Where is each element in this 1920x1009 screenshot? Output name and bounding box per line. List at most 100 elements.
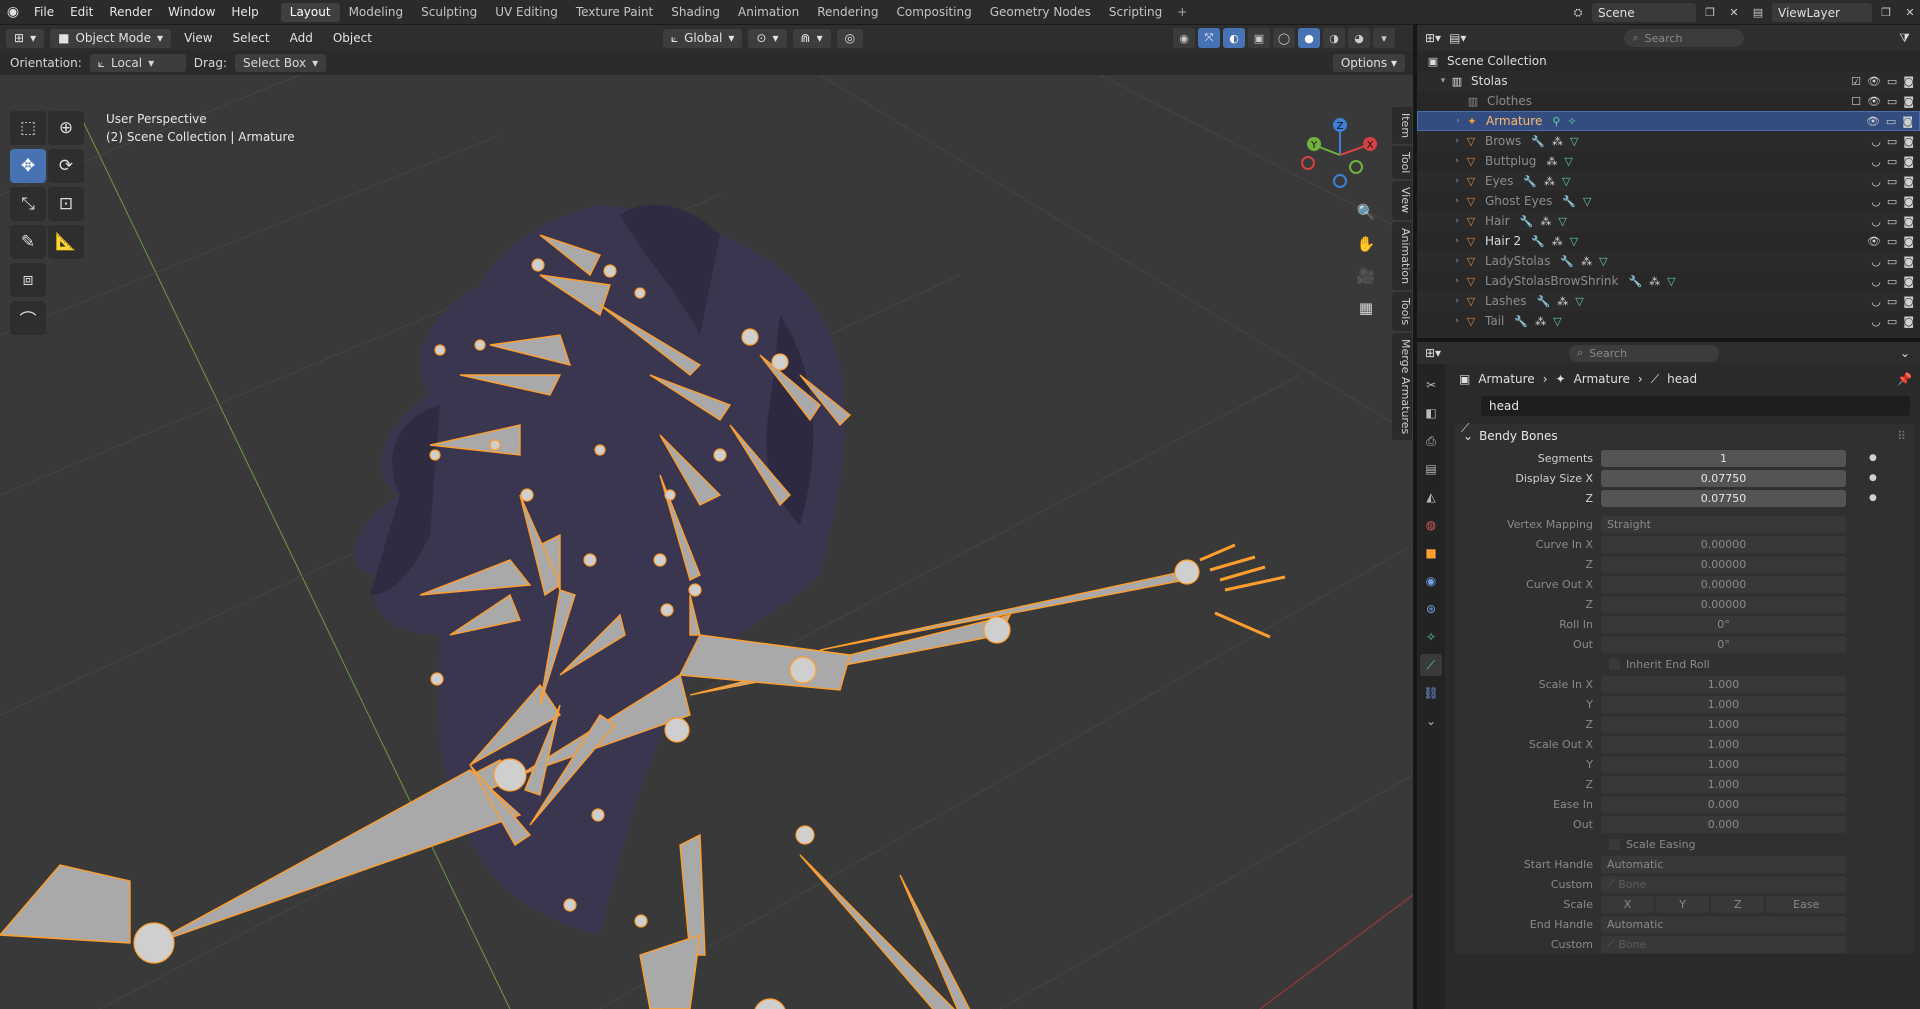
vertex-groups-icon[interactable]: ⁂ [1546, 155, 1557, 168]
bone-tool-icon[interactable]: ⌒ [10, 301, 46, 335]
expand-icon[interactable]: ▾ [1437, 76, 1449, 86]
tab-tool[interactable]: Tool [1392, 146, 1412, 180]
expand-icon[interactable]: › [1451, 216, 1463, 226]
scale-tool-icon[interactable]: ⤡ [10, 187, 46, 221]
properties-editor-icon[interactable]: ⊞▾ [1425, 346, 1441, 360]
wireframe-shading-icon[interactable]: ◯ [1273, 28, 1295, 48]
mesh-data-icon[interactable]: ▽ [1575, 295, 1583, 308]
keyframe-dot-icon[interactable]: ● [1869, 493, 1877, 503]
menu-view[interactable]: View [177, 31, 219, 45]
display-size-x-field[interactable]: 0.07750 [1601, 469, 1846, 487]
new-view-layer-icon[interactable]: ❐ [1876, 3, 1896, 22]
camera-icon[interactable]: ◙ [1903, 215, 1914, 228]
scale-easing-checkbox[interactable]: Scale Easing [1609, 838, 1696, 851]
bendy-bones-panel-header[interactable]: ⌄ Bendy Bones ⠿ [1455, 424, 1914, 448]
keyframe-dot-icon[interactable]: ● [1869, 453, 1877, 463]
transform-orientation-dropdown[interactable]: ⟀ Global ▾ [662, 28, 743, 48]
curve-out-z-field[interactable]: 0.00000 [1601, 595, 1846, 613]
mesh-data-icon[interactable]: ▽ [1570, 235, 1578, 248]
scale-out-y-field[interactable]: 1.000 [1601, 755, 1846, 773]
exclude-checkbox-icon[interactable]: ☑ [1851, 75, 1861, 88]
material-shading-icon[interactable]: ◑ [1323, 28, 1345, 48]
mesh-data-icon[interactable]: ▽ [1564, 155, 1572, 168]
mesh-data-icon[interactable]: ▽ [1553, 315, 1561, 328]
scene-name-field[interactable]: Scene [1592, 3, 1696, 22]
grid-view-icon[interactable]: ▦ [1352, 296, 1380, 320]
navigation-gizmo[interactable]: Z X Y [1300, 115, 1380, 195]
menu-window[interactable]: Window [160, 0, 223, 25]
monitor-icon[interactable]: ▭ [1887, 235, 1897, 248]
snap-toggle[interactable]: ⋒ ▾ [792, 28, 831, 48]
more-tabs-icon[interactable]: ⌄ [1420, 710, 1442, 732]
move-tool-icon[interactable]: ✥ [10, 149, 46, 183]
curve-in-x-field[interactable]: 0.00000 [1601, 535, 1846, 553]
bone-tab-icon[interactable]: ⟋ [1420, 654, 1442, 676]
orientation-dropdown[interactable]: ⟀ Local ▾ [89, 54, 186, 72]
menu-select[interactable]: Select [226, 31, 277, 45]
expand-icon[interactable]: › [1451, 196, 1463, 206]
monitor-icon[interactable]: ▭ [1887, 315, 1897, 328]
camera-icon[interactable]: ◙ [1903, 135, 1914, 148]
camera-icon[interactable]: ◙ [1903, 175, 1914, 188]
menu-edit[interactable]: Edit [62, 0, 101, 25]
exclude-checkbox-icon[interactable]: ☐ [1851, 95, 1861, 108]
display-size-z-field[interactable]: 0.07750 [1601, 489, 1846, 507]
modifier-icon[interactable]: 🔧 [1562, 195, 1576, 208]
list-item[interactable]: › ▽ LadyStolas 🔧 ⁂ ▽ ◡ ▭ ◙ [1417, 251, 1920, 271]
eye-closed-icon[interactable]: ◡ [1871, 155, 1881, 168]
solid-shading-icon[interactable]: ● [1298, 28, 1320, 48]
object-tab-icon[interactable]: ■ [1420, 542, 1442, 564]
list-item[interactable]: › ▽ Hair 2 🔧 ⁂ ▽ 👁 ▭ ◙ [1417, 231, 1920, 251]
tab-modeling[interactable]: Modeling [340, 3, 413, 22]
display-mode-icon[interactable]: ▤▾ [1449, 31, 1466, 45]
shading-options-icon[interactable]: ▾ [1373, 28, 1395, 48]
mesh-data-icon[interactable]: ▽ [1558, 215, 1566, 228]
tab-geometry-nodes[interactable]: Geometry Nodes [981, 3, 1100, 22]
scene-collection-row[interactable]: ▣ Scene Collection [1417, 51, 1920, 71]
modifier-icon[interactable]: 🔧 [1523, 175, 1537, 188]
tab-compositing[interactable]: Compositing [887, 3, 980, 22]
scale-ease-toggle[interactable]: Ease [1766, 895, 1846, 913]
roll-in-field[interactable]: 0° [1601, 615, 1846, 633]
list-item[interactable]: › ▽ Ghost Eyes 🔧 ▽ ◡ ▭ ◙ [1417, 191, 1920, 211]
tab-rendering[interactable]: Rendering [808, 3, 887, 22]
3d-viewport[interactable]: ⊞ ▾ ■ Object Mode ▾ View Select Add Object … [0, 25, 1413, 1009]
physics-tab-icon[interactable]: ◉ [1420, 570, 1442, 592]
tab-layout[interactable]: Layout [280, 2, 340, 22]
mesh-data-icon[interactable]: ▽ [1562, 175, 1570, 188]
modifier-icon[interactable]: 🔧 [1514, 315, 1528, 328]
menu-help[interactable]: Help [223, 0, 266, 25]
expand-icon[interactable]: › [1451, 136, 1463, 146]
modifier-icon[interactable]: 🔧 [1628, 275, 1642, 288]
scale-x-toggle[interactable]: X [1601, 895, 1655, 913]
modifier-icon[interactable]: 🔧 [1531, 135, 1545, 148]
eye-closed-icon[interactable]: ◡ [1871, 195, 1881, 208]
bone-name-field[interactable]: head [1481, 396, 1910, 416]
pan-hand-icon[interactable]: ✋ [1352, 232, 1380, 256]
scale-in-y-field[interactable]: 1.000 [1601, 695, 1846, 713]
segments-field[interactable]: 1 [1601, 449, 1846, 467]
options-button[interactable]: Options ▾ [1332, 54, 1405, 72]
camera-icon[interactable]: ◙ [1903, 315, 1914, 328]
end-custom-bone-field[interactable]: ⟋ Bone [1601, 935, 1846, 953]
start-custom-bone-field[interactable]: ⟋ Bone [1601, 875, 1846, 893]
monitor-icon[interactable]: ▭ [1887, 155, 1897, 168]
roll-out-field[interactable]: 0° [1601, 635, 1846, 653]
outliner-editor-icon[interactable]: ⊞▾ [1425, 31, 1441, 45]
camera-icon[interactable]: ◙ [1903, 295, 1914, 308]
rotate-tool-icon[interactable]: ⟳ [48, 149, 84, 183]
scene-icon[interactable]: ⛭ [1568, 3, 1588, 22]
eye-icon[interactable]: 👁 [1867, 95, 1881, 108]
eye-icon[interactable]: 👁 [1867, 75, 1881, 88]
viewport-scene[interactable] [0, 75, 1413, 1009]
expand-icon[interactable]: › [1452, 116, 1464, 126]
monitor-icon[interactable]: ▭ [1887, 135, 1897, 148]
tab-sculpting[interactable]: Sculpting [412, 3, 486, 22]
blender-logo-icon[interactable]: ◉ [0, 0, 26, 25]
ease-out-field[interactable]: 0.000 [1601, 815, 1846, 833]
view-layer-tab-icon[interactable]: ▤ [1420, 458, 1442, 480]
expand-icon[interactable]: › [1451, 176, 1463, 186]
ease-in-field[interactable]: 0.000 [1601, 795, 1846, 813]
monitor-icon[interactable]: ▭ [1887, 175, 1897, 188]
menu-add[interactable]: Add [283, 31, 320, 45]
